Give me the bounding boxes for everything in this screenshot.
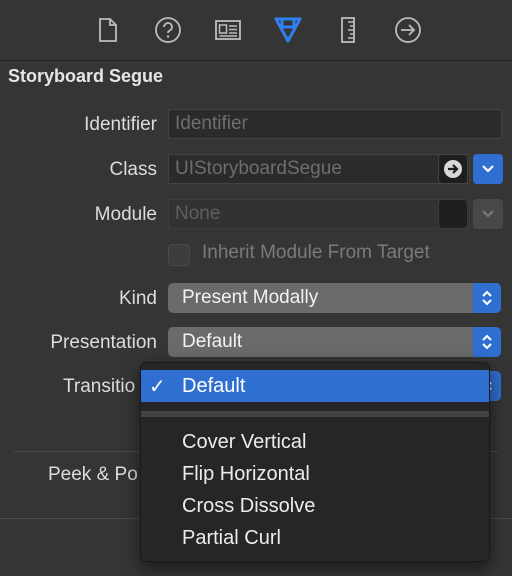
module-dropdown-button	[473, 199, 503, 229]
help-icon	[155, 17, 181, 43]
module-label: Module	[94, 204, 157, 225]
arrow-right-circle-icon	[444, 160, 462, 178]
checkmark-icon: ✓	[149, 376, 166, 398]
presentation-stepper	[473, 327, 501, 357]
transition-dropdown-menu: ✓ Default Cover Vertical Flip Horizontal…	[140, 362, 490, 562]
identifier-label: Identifier	[84, 114, 157, 135]
help-inspector-tab[interactable]	[152, 14, 184, 46]
chevron-down-icon	[482, 210, 494, 218]
file-icon	[99, 18, 117, 42]
identifier-field[interactable]: Identifier	[168, 109, 502, 139]
attributes-arrow-icon	[274, 17, 302, 43]
chevron-down-icon	[482, 165, 494, 173]
class-dropdown-button[interactable]	[473, 154, 503, 184]
kind-label: Kind	[118, 288, 157, 309]
menu-item-label: Default	[182, 374, 246, 397]
menu-separator	[141, 411, 489, 417]
toolbar-divider	[0, 60, 512, 61]
menu-item-label: Partial Curl	[182, 526, 281, 549]
class-label: Class	[109, 159, 157, 180]
class-field[interactable]: UIStoryboardSegue	[168, 154, 470, 184]
connections-inspector-tab[interactable]	[392, 14, 424, 46]
module-field: None	[168, 199, 470, 229]
menu-item-default[interactable]: ✓ Default	[141, 370, 489, 402]
attributes-inspector-tab[interactable]	[272, 14, 304, 46]
presentation-label: Presentation	[50, 332, 157, 353]
connections-arrow-icon	[395, 17, 421, 43]
size-inspector-tab[interactable]	[332, 14, 364, 46]
class-placeholder: UIStoryboardSegue	[175, 158, 342, 179]
section-title: Storyboard Segue	[8, 66, 164, 86]
presentation-value: Default	[182, 331, 243, 352]
kind-stepper	[473, 283, 501, 313]
ruler-icon	[341, 17, 355, 43]
menu-item-cover-vertical[interactable]: Cover Vertical	[141, 426, 489, 458]
peek-pop-label: Peek & Po	[48, 464, 138, 485]
inspector-toolbar	[0, 0, 512, 60]
kind-popup[interactable]: Present Modally	[168, 283, 501, 313]
module-goto-button	[438, 199, 468, 229]
identity-inspector-tab[interactable]	[212, 14, 244, 46]
menu-item-partial-curl[interactable]: Partial Curl	[141, 522, 489, 554]
identity-card-icon	[215, 20, 241, 40]
kind-value: Present Modally	[182, 287, 319, 308]
inherit-module-label: Inherit Module From Target	[202, 242, 430, 263]
up-down-chevron-icon	[482, 334, 492, 350]
class-goto-button[interactable]	[438, 154, 468, 184]
identifier-placeholder: Identifier	[175, 113, 248, 134]
transition-label: Transitio	[63, 376, 136, 397]
menu-item-label: Cross Dissolve	[182, 494, 316, 517]
inherit-module-checkbox	[168, 244, 190, 266]
up-down-chevron-icon	[482, 290, 492, 306]
presentation-popup[interactable]: Default	[168, 327, 501, 357]
module-placeholder: None	[175, 203, 221, 224]
menu-item-cross-dissolve[interactable]: Cross Dissolve	[141, 490, 489, 522]
file-inspector-tab[interactable]	[92, 14, 124, 46]
menu-item-label: Cover Vertical	[182, 430, 307, 453]
menu-item-flip-horizontal[interactable]: Flip Horizontal	[141, 458, 489, 490]
menu-item-label: Flip Horizontal	[182, 462, 310, 485]
